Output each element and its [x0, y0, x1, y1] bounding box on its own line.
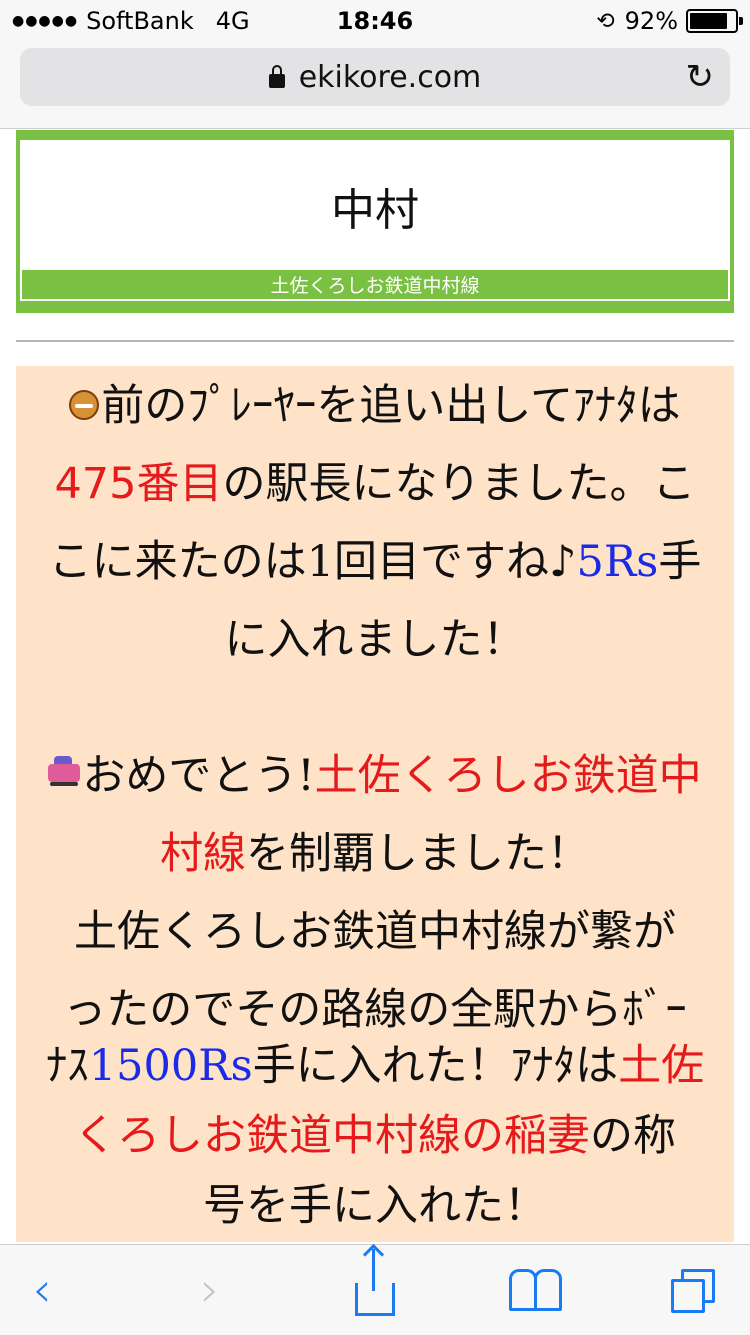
title-highlight: くろしお鉄道中村線の稲妻	[74, 1111, 590, 1161]
message-line: こに来たのは1回目ですね♪5Rs手	[16, 526, 734, 598]
message-text: 回目ですね♪	[334, 537, 577, 587]
reload-icon[interactable]: ↻	[686, 57, 715, 97]
message-line: 前のﾌﾟﾚｰﾔｰを追い出してｱﾅﾀは	[16, 370, 734, 442]
safari-bottom-toolbar: ‹ ›	[0, 1244, 750, 1335]
divider	[16, 340, 734, 342]
chevron-right-icon: ›	[200, 1262, 220, 1318]
back-button[interactable]: ‹	[2, 1245, 82, 1335]
status-bar: ●●●●● SoftBank 4G 18:46 ⟲ 92%	[0, 0, 750, 40]
share-icon	[355, 1248, 395, 1316]
title-highlight: 土佐	[618, 1041, 705, 1091]
forward-button[interactable]: ›	[170, 1245, 250, 1335]
tabs-button[interactable]	[652, 1245, 732, 1335]
book-icon	[508, 1269, 562, 1311]
message-text: 手	[658, 537, 702, 587]
chevron-left-icon: ‹	[32, 1262, 52, 1318]
padlock-icon	[268, 65, 285, 88]
message-text: 土佐くろしお鉄道中村線が繋が	[74, 907, 676, 957]
line-name-highlight: 土佐くろしお鉄道中	[314, 751, 702, 801]
message-text: 前のﾌﾟﾚｰﾔｰを追い出してｱﾅﾀは	[101, 381, 681, 431]
message-text: の称	[590, 1111, 676, 1161]
bonus-points: 1500Rs	[88, 1041, 253, 1091]
message-text: ったのでその路線の全駅からﾎﾞｰ	[63, 985, 687, 1035]
message-line: 号を手に入れた！	[16, 1170, 734, 1242]
message-text: こに来たのは	[48, 537, 307, 587]
message-line: くろしお鉄道中村線の稲妻の称	[16, 1100, 734, 1172]
visit-count: 1	[306, 537, 335, 587]
battery-fill	[690, 13, 727, 29]
address-text[interactable]: ekikore.com	[20, 60, 730, 95]
message-text: の駅長になりました。こ	[222, 459, 696, 509]
station-card-inner: 中村 土佐くろしお鉄道中村線	[20, 140, 730, 301]
message-line: 475番目の駅長になりました。こ	[16, 448, 734, 520]
message-line: 村線を制覇しました！	[16, 818, 734, 890]
battery-nub	[739, 17, 743, 25]
bookmarks-button[interactable]	[495, 1245, 575, 1335]
message-line: 土佐くろしお鉄道中村線が繋が	[16, 896, 734, 968]
message-text: 号を手に入れた！	[203, 1181, 547, 1231]
message-text: を制覇しました！	[246, 829, 590, 879]
message-text: !	[297, 751, 315, 801]
line-name-highlight: 村線	[160, 829, 246, 879]
station-name: 中村	[22, 142, 728, 270]
browser-toolbar: ekikore.com ↻	[0, 40, 750, 129]
share-button[interactable]	[335, 1245, 415, 1335]
rank-text: 475番目	[54, 459, 223, 509]
message-line: おめでとう!土佐くろしお鉄道中	[16, 740, 734, 812]
url-text[interactable]: ekikore.com	[299, 60, 482, 95]
message-text: おめでとう	[82, 751, 298, 801]
battery-percent: 92%	[624, 7, 678, 35]
address-bar[interactable]: ekikore.com ↻	[20, 48, 730, 106]
rotation-lock-icon: ⟲	[596, 8, 615, 34]
message-text: ﾅｽ	[45, 1041, 89, 1091]
face-emoji-icon	[69, 389, 100, 420]
points-earned: 5Rs	[576, 537, 659, 587]
tabs-icon	[671, 1269, 715, 1313]
car-emoji-icon	[48, 755, 81, 786]
battery-icon	[686, 9, 743, 33]
message-line: ﾅｽ1500Rs手に入れた！ｱﾅﾀは土佐	[16, 1030, 734, 1102]
message-box: 前のﾌﾟﾚｰﾔｰを追い出してｱﾅﾀは 475番目の駅長になりました。こ こに来た…	[16, 366, 734, 1242]
message-line: に入れました！	[16, 604, 734, 676]
message-text: 手に入れた！ｱﾅﾀは	[252, 1041, 619, 1091]
station-card: 中村 土佐くろしお鉄道中村線	[16, 130, 734, 313]
station-line-name: 土佐くろしお鉄道中村線	[270, 275, 480, 297]
message-text: に入れました！	[224, 615, 526, 665]
